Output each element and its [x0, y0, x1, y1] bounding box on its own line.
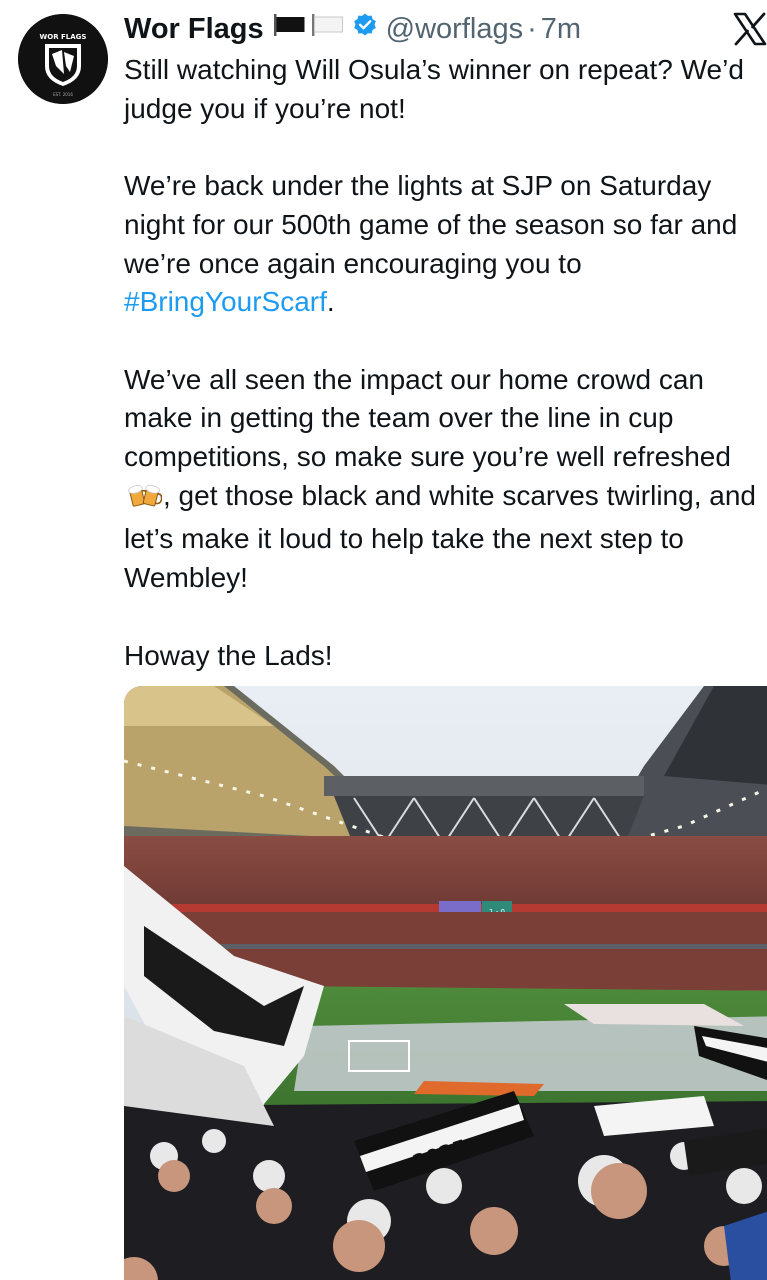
tweet-paragraph-4: Howay the Lads!	[124, 639, 333, 671]
tweet-paragraph-3: We’ve all seen the impact our home crowd…	[124, 361, 764, 598]
avatar-logo-text: WOR FLAGS	[40, 33, 87, 41]
timestamp[interactable]: 7m	[541, 13, 581, 46]
white-flag-icon	[310, 12, 346, 46]
beer-mugs-emoji	[128, 480, 163, 521]
paragraph-3-before: We’ve all seen the impact our home crowd…	[124, 363, 731, 472]
wor-flags-logo: WOR FLAGS EST. 2016	[18, 14, 108, 104]
x-logo-icon[interactable]	[733, 12, 767, 46]
paragraph-2-end: .	[326, 286, 335, 318]
display-name[interactable]: Wor Flags	[124, 13, 264, 46]
handle[interactable]: @worflags	[386, 13, 523, 46]
separator-dot: ·	[527, 12, 537, 45]
tweet-photo[interactable]: 1 - 0	[124, 686, 767, 1280]
paragraph-3-after: , get those black and white scarves twir…	[124, 479, 756, 594]
black-flag-icon	[272, 12, 308, 46]
hashtag-link[interactable]: #BringYourScarf	[124, 286, 327, 317]
tweet-paragraph-2: We’re back under the lights at SJP on Sa…	[124, 167, 764, 322]
tweet-card[interactable]: WOR FLAGS EST. 2016 Wor Flags @worflags …	[0, 0, 767, 1280]
paragraph-2-text: We’re back under the lights at SJP on Sa…	[124, 170, 738, 279]
stadium-photo: 1 - 0	[124, 686, 767, 1280]
avatar-est-text: EST. 2016	[53, 92, 73, 97]
tweet-line-1: Still watching Will Osula’s winner on re…	[124, 54, 744, 124]
avatar[interactable]: WOR FLAGS EST. 2016	[18, 14, 108, 104]
verified-badge-icon[interactable]	[352, 12, 378, 46]
tweet-text: Still watching Will Osula’s winner on re…	[124, 51, 764, 675]
tweet-header: Wor Flags @worflags · 7m	[124, 8, 581, 50]
